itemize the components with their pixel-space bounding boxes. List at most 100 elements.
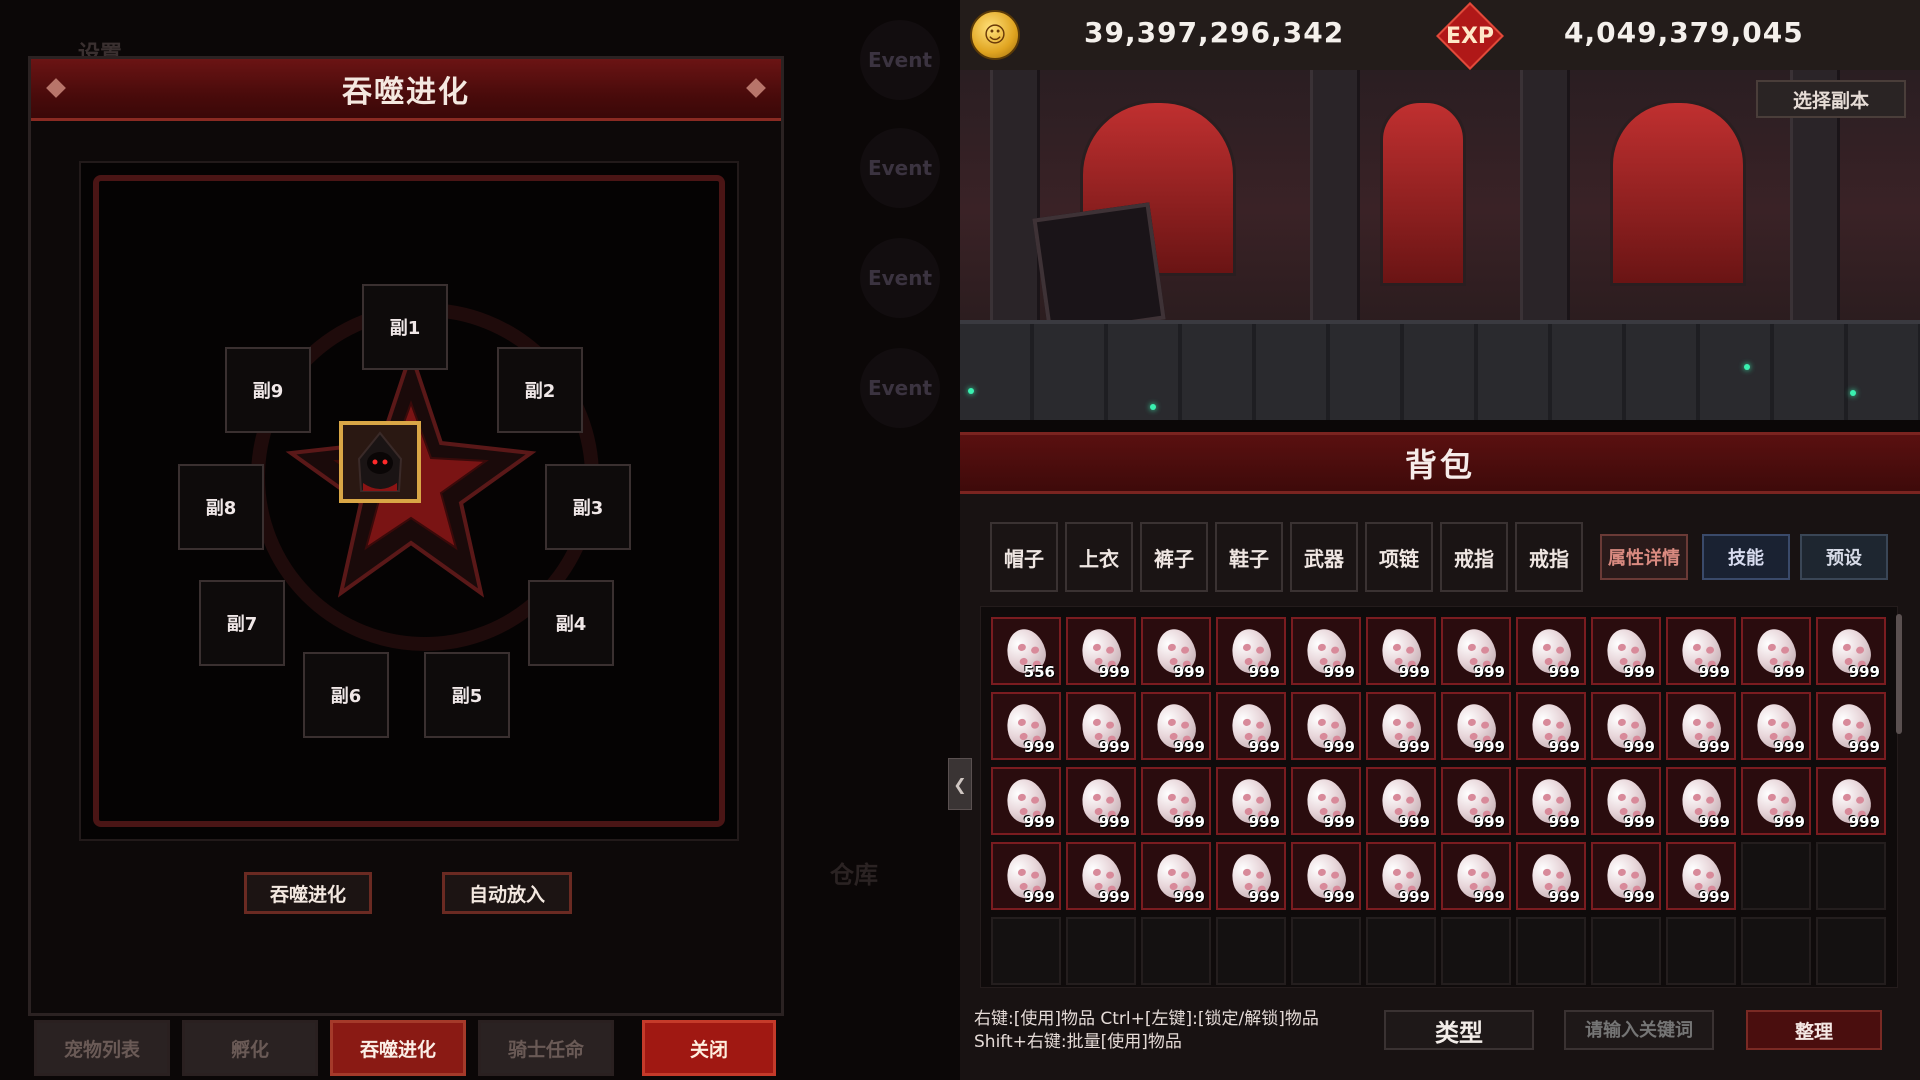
inventory-slot-empty[interactable] [1741,917,1811,985]
item-count: 999 [1773,738,1805,756]
main-pet-slot[interactable] [339,421,421,503]
inventory-slot[interactable]: 999 [1741,617,1811,685]
item-count: 999 [1098,738,1130,756]
presets-tab[interactable]: 预设 [1800,534,1888,580]
skills-tab[interactable]: 技能 [1702,534,1790,580]
tab-devour-evolve[interactable]: 吞噬进化 [330,1020,466,1076]
inventory-slot[interactable]: 999 [1066,617,1136,685]
devour-evolve-button[interactable]: 吞噬进化 [244,872,372,914]
inventory-slot[interactable]: 999 [991,842,1061,910]
inventory-slot-empty[interactable] [1516,917,1586,985]
sub-slot-2[interactable]: 副2 [497,347,583,433]
inventory-slot[interactable]: 999 [1666,767,1736,835]
sub-slot-9[interactable]: 副9 [225,347,311,433]
auto-place-button[interactable]: 自动放入 [442,872,572,914]
inventory-slot[interactable]: 999 [1591,767,1661,835]
inventory-slot[interactable]: 999 [1291,842,1361,910]
inventory-slot[interactable]: 999 [1066,767,1136,835]
inventory-slot[interactable]: 999 [1441,767,1511,835]
tab-shoes[interactable]: 鞋子 [1215,522,1283,592]
inventory-slot[interactable]: 999 [1216,692,1286,760]
inventory-slot[interactable]: 999 [1591,617,1661,685]
inventory-slot[interactable]: 999 [1141,692,1211,760]
inventory-slot[interactable]: 999 [1141,842,1211,910]
inventory-slot-empty[interactable] [1216,917,1286,985]
inventory-slot-empty[interactable] [1741,842,1811,910]
event-button-2[interactable]: Event [860,128,940,208]
inventory-slot-empty[interactable] [1666,917,1736,985]
inventory-slot[interactable]: 999 [1816,767,1886,835]
tab-ring-1[interactable]: 戒指 [1440,522,1508,592]
inventory-slot[interactable]: 999 [1441,842,1511,910]
inventory-slot[interactable]: 999 [1141,617,1211,685]
tab-knight-appoint[interactable]: 骑士任命 [478,1020,614,1076]
inventory-slot[interactable]: 999 [1141,767,1211,835]
inventory-slot-empty[interactable] [1816,842,1886,910]
sort-button[interactable]: 整理 [1746,1010,1882,1050]
sub-slot-8[interactable]: 副8 [178,464,264,550]
inventory-slot[interactable]: 556 [991,617,1061,685]
tab-necklace[interactable]: 项链 [1365,522,1433,592]
inventory-slot[interactable]: 999 [1741,767,1811,835]
inventory-slot-empty[interactable] [1816,917,1886,985]
tab-top[interactable]: 上衣 [1065,522,1133,592]
inventory-slot[interactable]: 999 [1366,842,1436,910]
inventory-slot[interactable]: 999 [1816,692,1886,760]
inventory-slot[interactable]: 999 [1666,842,1736,910]
inventory-slot-empty[interactable] [1291,917,1361,985]
inventory-slot[interactable]: 999 [1366,617,1436,685]
tab-hatch[interactable]: 孵化 [182,1020,318,1076]
event-button-1[interactable]: Event [860,20,940,100]
inventory-slot[interactable]: 999 [991,767,1061,835]
inventory-slot[interactable]: 999 [1591,692,1661,760]
tab-ring-2[interactable]: 戒指 [1515,522,1583,592]
close-button[interactable]: 关闭 [642,1020,776,1076]
inventory-slot-empty[interactable] [1366,917,1436,985]
sub-slot-3[interactable]: 副3 [545,464,631,550]
collapse-arrow-icon[interactable]: ❮ [948,758,972,810]
inventory-slot[interactable]: 999 [991,692,1061,760]
inventory-slot[interactable]: 999 [1216,767,1286,835]
sub-slot-1[interactable]: 副1 [362,284,448,370]
inventory-slot-empty[interactable] [991,917,1061,985]
inventory-slot[interactable]: 999 [1291,617,1361,685]
inventory-slot[interactable]: 999 [1666,692,1736,760]
inventory-slot-empty[interactable] [1441,917,1511,985]
inventory-slot-empty[interactable] [1591,917,1661,985]
tab-pants[interactable]: 裤子 [1140,522,1208,592]
inventory-slot[interactable]: 999 [1516,767,1586,835]
sub-slot-5[interactable]: 副5 [424,652,510,738]
tab-pet-list[interactable]: 宠物列表 [34,1020,170,1076]
tab-weapon[interactable]: 武器 [1290,522,1358,592]
sub-slot-7[interactable]: 副7 [199,580,285,666]
inventory-slot[interactable]: 999 [1216,617,1286,685]
inventory-slot[interactable]: 999 [1516,692,1586,760]
event-button-4[interactable]: Event [860,348,940,428]
inventory-slot[interactable]: 999 [1366,692,1436,760]
tab-hat[interactable]: 帽子 [990,522,1058,592]
event-button-3[interactable]: Event [860,238,940,318]
inventory-slot[interactable]: 999 [1366,767,1436,835]
inventory-slot[interactable]: 999 [1741,692,1811,760]
inventory-slot-empty[interactable] [1141,917,1211,985]
inventory-slot[interactable]: 999 [1291,692,1361,760]
inventory-slot[interactable]: 999 [1516,842,1586,910]
inventory-slot-empty[interactable] [1066,917,1136,985]
type-filter-button[interactable]: 类型 [1384,1010,1534,1050]
inventory-slot[interactable]: 999 [1816,617,1886,685]
inventory-slot[interactable]: 999 [1441,617,1511,685]
inventory-slot[interactable]: 999 [1066,842,1136,910]
inventory-slot[interactable]: 999 [1066,692,1136,760]
inventory-slot[interactable]: 999 [1291,767,1361,835]
inventory-slot[interactable]: 999 [1516,617,1586,685]
inventory-slot[interactable]: 999 [1591,842,1661,910]
grid-scrollbar[interactable] [1896,614,1902,734]
sub-slot-4[interactable]: 副4 [528,580,614,666]
select-dungeon-button[interactable]: 选择副本 [1756,80,1906,118]
inventory-slot[interactable]: 999 [1216,842,1286,910]
inventory-slot[interactable]: 999 [1666,617,1736,685]
inventory-slot[interactable]: 999 [1441,692,1511,760]
keyword-search-input[interactable] [1564,1010,1714,1050]
attribute-details-tab[interactable]: 属性详情 [1600,534,1688,580]
sub-slot-6[interactable]: 副6 [303,652,389,738]
